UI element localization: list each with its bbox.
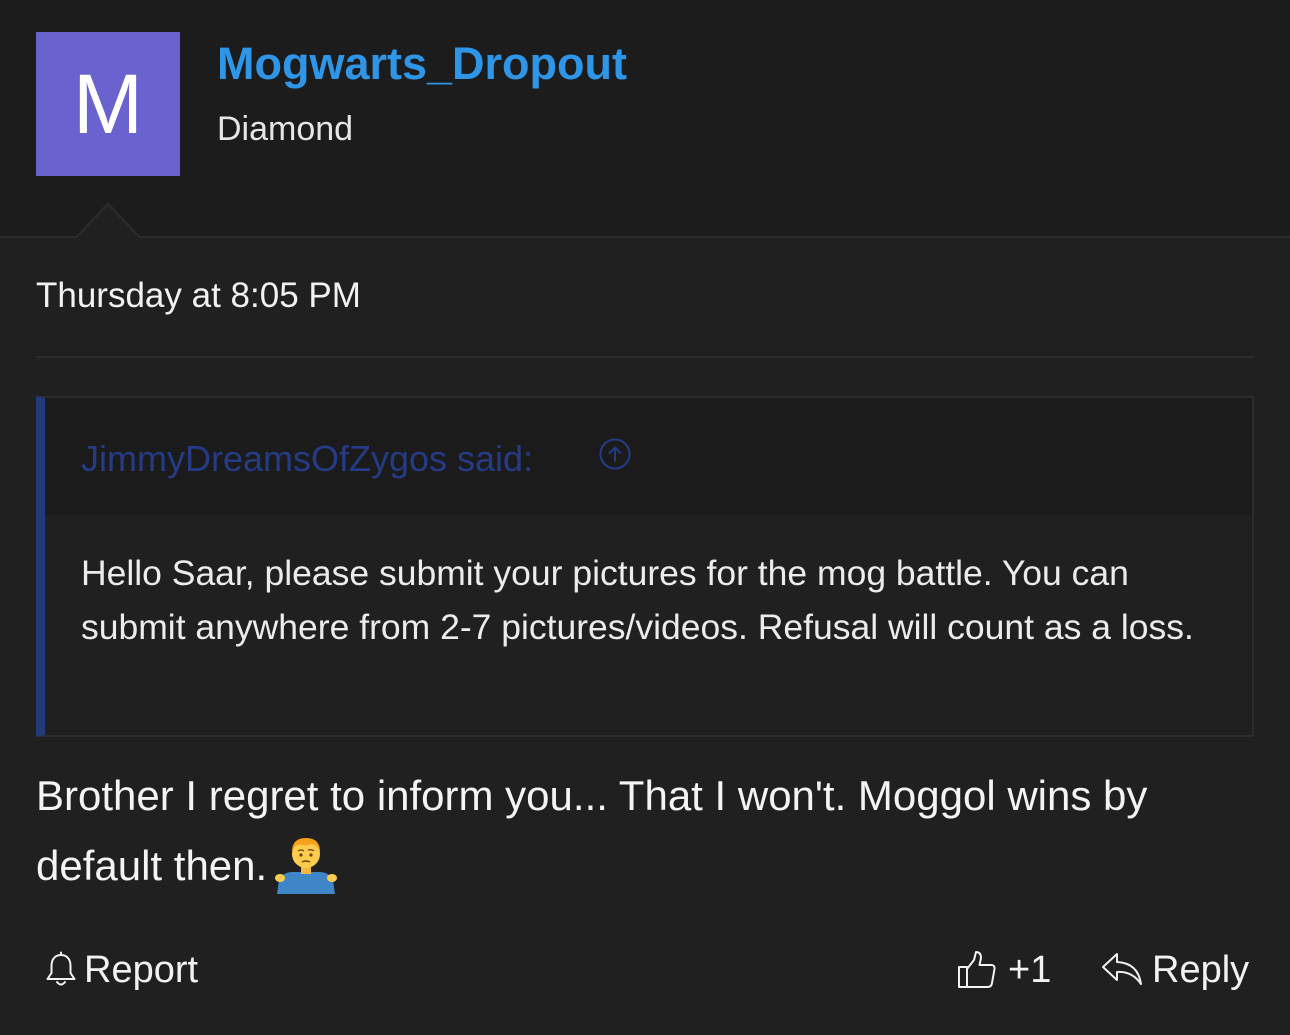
username-link[interactable]: Mogwarts_Dropout <box>217 38 627 90</box>
report-label: Report <box>84 948 199 991</box>
user-rank-title: Diamond <box>217 110 354 148</box>
quote-author-link[interactable]: JimmyDreamsOfZygos said: <box>81 438 533 480</box>
quote-block: JimmyDreamsOfZygos said: Hello Saar, ple… <box>36 396 1254 737</box>
reply-label: Reply <box>1152 948 1250 991</box>
like-count: +1 <box>1008 948 1052 991</box>
thumbs-up-icon <box>958 951 996 988</box>
post-message: Brother I regret to inform you... That I… <box>36 762 1256 900</box>
post-user-header: M Mogwarts_Dropout Diamond <box>0 0 1290 238</box>
bell-icon <box>46 951 76 986</box>
reply-arrow-icon <box>1102 953 1142 985</box>
person-shrugging-emoji-icon <box>275 838 338 894</box>
like-button[interactable]: +1 <box>956 946 1051 994</box>
post-message-text: Brother I regret to inform you... That I… <box>36 772 1148 889</box>
quote-body-text: Hello Saar, please submit your pictures … <box>81 553 1194 647</box>
arrow-up-circle-icon[interactable] <box>599 438 631 470</box>
report-button[interactable]: Report <box>44 946 198 994</box>
reply-button[interactable]: Reply <box>1100 946 1249 994</box>
post-divider <box>36 356 1254 358</box>
header-pointer-notch-fill <box>77 206 139 238</box>
post-timestamp[interactable]: Thursday at 8:05 PM <box>36 276 361 316</box>
avatar[interactable]: M <box>36 32 180 176</box>
quote-header: JimmyDreamsOfZygos said: <box>45 398 1252 514</box>
forum-post: M Mogwarts_Dropout Diamond Thursday at 8… <box>0 0 1290 1035</box>
